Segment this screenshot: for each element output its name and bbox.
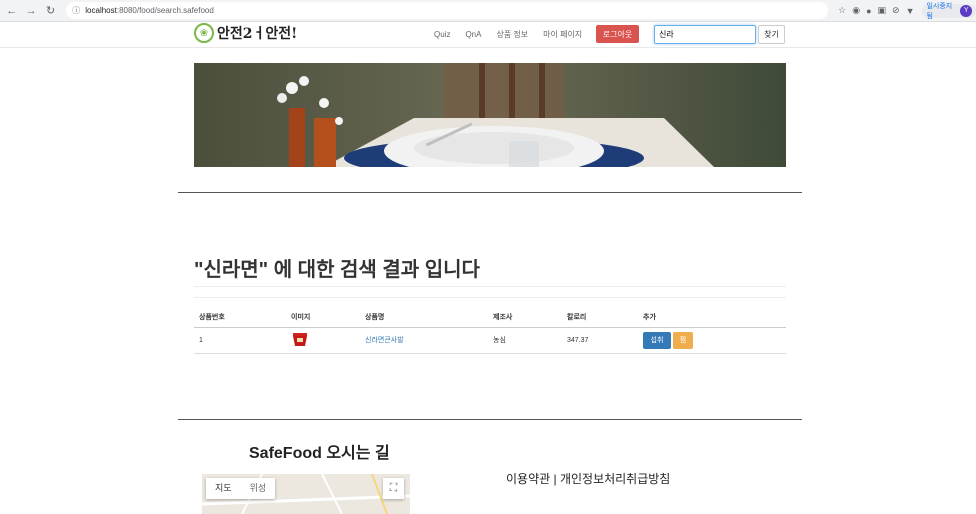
menu-mypage[interactable]: 마이 페이지 bbox=[543, 29, 582, 40]
logo-text: 안전2ㅓ안전! bbox=[217, 26, 298, 42]
map-tab-map[interactable]: 지도 bbox=[206, 478, 241, 499]
logout-button[interactable]: 로그아웃 bbox=[596, 25, 639, 43]
map-type-tabs: 지도 위성 bbox=[206, 478, 276, 499]
extension-icon[interactable]: ▼ bbox=[906, 6, 915, 16]
browser-toolbar: ← → ↻ ⓘ localhost:8080/food/search.safef… bbox=[0, 0, 976, 22]
search-input[interactable] bbox=[654, 25, 756, 44]
product-name[interactable]: 신라면큰사발 bbox=[360, 327, 488, 354]
table-header-row: 상품번호 이미지 상품명 제조사 칼로리 추가 bbox=[194, 308, 786, 328]
product-image[interactable] bbox=[286, 327, 360, 354]
search-button[interactable]: 찾기 bbox=[758, 25, 785, 44]
divider bbox=[178, 419, 802, 420]
address-bar[interactable]: ⓘ localhost:8080/food/search.safefood bbox=[66, 2, 829, 19]
menu-quiz[interactable]: Quiz bbox=[434, 30, 450, 39]
site-logo[interactable]: ❀ 안전2ㅓ안전! bbox=[194, 23, 297, 43]
menu-product-info[interactable]: 상품 정보 bbox=[496, 29, 528, 40]
divider bbox=[194, 286, 786, 287]
map-tab-satellite[interactable]: 위성 bbox=[241, 478, 276, 499]
extension-icon[interactable]: ● bbox=[866, 6, 871, 16]
extensions: ☆ ◉ ● ▣ ⊘ ▼ bbox=[838, 5, 914, 16]
column-header: 이미지 bbox=[286, 308, 360, 328]
results-table: 상품번호 이미지 상품명 제조사 칼로리 추가 1 신라면큰사발 농심 347.… bbox=[194, 308, 786, 354]
product-link[interactable]: 신라면큰사발 bbox=[365, 337, 404, 344]
product-actions: 섭취 찜 bbox=[638, 327, 786, 354]
profile-label: 일시중지됨 bbox=[926, 2, 953, 20]
column-header: 칼로리 bbox=[562, 308, 638, 328]
product-id: 1 bbox=[194, 327, 286, 354]
back-icon[interactable]: ← bbox=[4, 3, 19, 19]
ramen-cup-icon bbox=[293, 333, 307, 346]
extension-icon[interactable]: ⊘ bbox=[892, 5, 900, 16]
fork-leaf-icon: ❀ bbox=[194, 23, 214, 43]
reload-icon[interactable]: ↻ bbox=[43, 3, 58, 19]
intake-button[interactable]: 섭취 bbox=[643, 331, 671, 349]
forward-icon[interactable]: → bbox=[23, 3, 38, 19]
fullscreen-icon[interactable]: ⛶ bbox=[383, 478, 404, 499]
avatar: Y bbox=[960, 4, 972, 17]
info-icon[interactable]: ⓘ bbox=[72, 5, 80, 16]
banner-image bbox=[194, 63, 786, 167]
column-header: 상품명 bbox=[360, 308, 488, 328]
menu-qna[interactable]: QnA bbox=[465, 30, 481, 39]
table-row: 1 신라면큰사발 농심 347.37 섭취 찜 bbox=[194, 327, 786, 354]
main-menu: Quiz QnA 상품 정보 마이 페이지 bbox=[434, 22, 597, 46]
column-header: 상품번호 bbox=[194, 308, 286, 328]
url-host: localhost bbox=[85, 6, 117, 15]
directions-title: SafeFood 오시는 길 bbox=[249, 445, 390, 462]
extension-icon[interactable]: ◉ bbox=[852, 5, 860, 16]
extension-icon[interactable]: ▣ bbox=[878, 5, 887, 16]
page-title: "신라면" 에 대한 검색 결과 입니다 bbox=[194, 259, 480, 281]
product-maker: 농심 bbox=[488, 327, 562, 354]
divider bbox=[194, 297, 786, 298]
star-icon[interactable]: ☆ bbox=[838, 5, 846, 16]
divider bbox=[178, 192, 802, 193]
product-calories: 347.37 bbox=[562, 327, 638, 354]
url-path: :8080/food/search.safefood bbox=[116, 6, 214, 15]
column-header: 제조사 bbox=[488, 308, 562, 328]
column-header: 추가 bbox=[638, 308, 786, 328]
site-header: ❀ 안전2ㅓ안전! Quiz QnA 상품 정보 마이 페이지 로그아웃 찾기 bbox=[0, 22, 976, 48]
like-button[interactable]: 찜 bbox=[673, 331, 693, 349]
profile-button[interactable]: 일시중지됨 Y bbox=[922, 2, 976, 20]
terms-links[interactable]: 이용약관 | 개인정보처리취급방침 bbox=[506, 470, 670, 487]
